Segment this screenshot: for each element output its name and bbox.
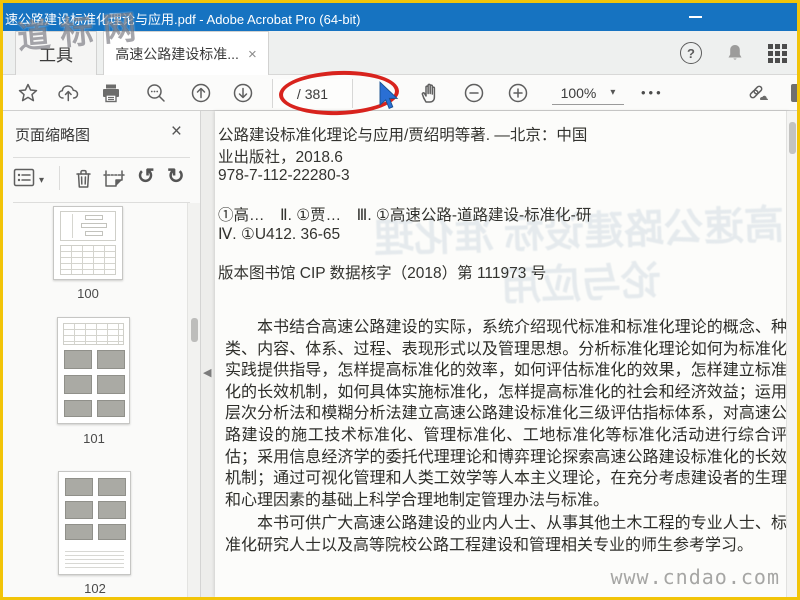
previous-page-icon[interactable] <box>190 82 212 104</box>
panel-toolbar: ▾ ↺ ↻ <box>3 158 200 202</box>
zoom-level-value: 100% <box>560 84 597 101</box>
share-cloud-upload-icon[interactable] <box>57 82 79 104</box>
chevron-down-icon[interactable]: ▾ <box>39 175 44 186</box>
thumbnail-label: 102 <box>84 581 106 596</box>
panel-title: 页面缩略图 <box>15 127 91 144</box>
share-link-icon[interactable] <box>745 82 768 104</box>
panel-close-icon[interactable]: × <box>171 121 182 143</box>
window-title: 速公路建设标准化理论与应用.pdf - Adobe Acrobat Pro (6… <box>5 12 361 27</box>
collapse-panel-icon[interactable]: ◀ <box>203 366 211 379</box>
minimize-button[interactable] <box>689 16 702 18</box>
page-number-input[interactable]: / 381 <box>272 79 353 108</box>
cip-line: 业出版社，2018.6 <box>218 149 343 166</box>
favorites-star-icon[interactable] <box>17 82 39 104</box>
tab-document-label: 高速公路建设标准... <box>115 46 239 62</box>
notifications-bell-icon[interactable] <box>724 42 746 64</box>
next-page-icon[interactable] <box>232 82 254 104</box>
page-thumbnail-100[interactable] <box>53 206 123 280</box>
cip-line: 版本图书馆 CIP 数据核字（2018）第 111973 号 <box>218 265 547 282</box>
tab-tools[interactable]: 工具 <box>15 31 97 75</box>
more-tools-icon[interactable]: ••• <box>641 85 664 100</box>
thumbnail-list: 100 101 102 <box>3 203 186 597</box>
apps-grid-icon[interactable] <box>768 43 787 63</box>
page-thumbnail-102[interactable] <box>58 471 131 575</box>
acrobat-window: 速公路建设标准化理论与应用.pdf - Adobe Acrobat Pro (6… <box>0 0 800 600</box>
cip-line: 公路建设标准化理论与应用/贾绍明等著. —北京：中国 <box>218 127 588 144</box>
cip-line: 978-7-112-22280-3 <box>218 167 350 184</box>
print-icon[interactable] <box>100 82 122 104</box>
zoom-level-dropdown[interactable]: 100% ▾ <box>552 81 624 105</box>
audience-paragraph: 本书可供广大高速公路建设的业内人士、从事其他土木工程的专业人士、标准化研究人士以… <box>225 515 787 554</box>
rotate-right-icon[interactable]: ↻ <box>167 166 185 187</box>
thumbnails-panel: 页面缩略图 × ▾ ↺ ↻ 100 101 102 <box>3 111 201 597</box>
search-icon[interactable] <box>145 82 167 104</box>
page-thumbnail-101[interactable] <box>57 317 130 424</box>
panel-scrollbar[interactable] <box>187 203 200 597</box>
tab-close-icon[interactable]: × <box>248 47 257 62</box>
site-watermark-bottom: www.cndao.com <box>610 565 780 589</box>
crop-pages-icon[interactable] <box>102 168 126 195</box>
thumbnail-options-icon[interactable] <box>13 168 35 192</box>
zoom-out-icon[interactable] <box>463 82 485 104</box>
hand-tool-icon[interactable] <box>419 82 441 104</box>
thumbnail-label: 100 <box>77 286 99 301</box>
delete-pages-icon[interactable] <box>73 168 94 195</box>
tab-bar: 工具 高速公路建设标准... × ? <box>3 31 797 76</box>
help-icon[interactable]: ? <box>680 42 702 64</box>
cip-line: Ⅳ. ①U412. 36-65 <box>218 226 341 243</box>
pdf-page: 高速公路建设标 准化理论与应用 公路建设标准化理论与应用/贾绍明等著. —北京：… <box>215 111 790 597</box>
chevron-down-icon: ▾ <box>610 87 616 98</box>
sidebar-tools-cut-icon[interactable] <box>791 84 797 102</box>
title-bar: 速公路建设标准化理论与应用.pdf - Adobe Acrobat Pro (6… <box>3 3 797 31</box>
cip-line: ①高… Ⅱ. ①贾… Ⅲ. ①高速公路-道路建设-标准化-研 <box>218 207 592 224</box>
abstract-paragraph: 本书结合高速公路建设的实际，系统介绍现代标准和标准化理论的概念、种类、内容、体系… <box>225 319 787 509</box>
document-scrollbar[interactable] <box>786 111 797 597</box>
document-viewport: ◀ 高速公路建设标 准化理论与应用 公路建设标准化理论与应用/贾绍明等著. —北… <box>201 111 797 597</box>
tab-document[interactable]: 高速公路建设标准... × <box>103 31 269 76</box>
zoom-in-icon[interactable] <box>507 82 529 104</box>
panel-scrollbar-thumb[interactable] <box>191 318 198 342</box>
document-scrollbar-thumb[interactable] <box>789 122 796 154</box>
main-toolbar: / 381 100% ▾ ••• <box>3 75 797 111</box>
rotate-left-icon[interactable]: ↺ <box>137 166 155 187</box>
thumbnail-label: 101 <box>83 431 105 446</box>
